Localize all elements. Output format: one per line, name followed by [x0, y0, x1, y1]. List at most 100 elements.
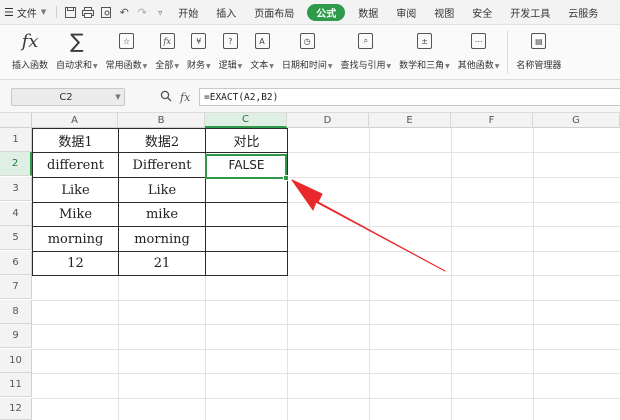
- financial-button[interactable]: ¥ 财务▼: [187, 25, 211, 71]
- row-header-10[interactable]: 10: [0, 349, 32, 373]
- tab-insert[interactable]: 插入: [207, 0, 245, 25]
- cell-c1[interactable]: 对比: [206, 128, 287, 152]
- tab-cloud-services[interactable]: 云服务: [559, 0, 607, 25]
- tab-developer[interactable]: 开发工具: [501, 0, 559, 25]
- formula-tools: fx: [160, 88, 190, 106]
- row-header-6[interactable]: 6: [0, 251, 32, 275]
- file-menu[interactable]: ☰ 文件 ▼: [0, 0, 52, 25]
- divider: [56, 6, 58, 18]
- math-trig-button[interactable]: ± 数学和三角▼: [399, 25, 450, 71]
- tab-data[interactable]: 数据: [349, 0, 387, 25]
- caret-down-icon: ▼: [142, 63, 148, 70]
- cell-c3[interactable]: [206, 178, 287, 202]
- star-fx-icon: ☆: [115, 30, 137, 52]
- name-manager-icon: ▤: [528, 30, 550, 52]
- column-header-g[interactable]: G: [533, 113, 620, 128]
- caret-down-icon: ▼: [174, 63, 179, 70]
- cell-b6[interactable]: 21: [119, 251, 205, 275]
- column-header-d[interactable]: D: [287, 113, 369, 128]
- row-header-8[interactable]: 8: [0, 300, 32, 324]
- common-functions-button[interactable]: ☆ 常用函数▼: [106, 25, 148, 71]
- chevron-down-icon[interactable]: ▼: [112, 93, 124, 101]
- row-header-1[interactable]: 1: [0, 128, 32, 152]
- cell-a5[interactable]: morning: [33, 227, 118, 251]
- fx-icon: fx: [21, 30, 39, 52]
- row-header-5[interactable]: 5: [0, 226, 32, 250]
- cell-a3[interactable]: Like: [33, 178, 118, 202]
- caret-down-icon: ▼: [237, 63, 243, 70]
- gridline: [533, 128, 534, 420]
- cell-b5[interactable]: morning: [119, 227, 205, 251]
- tab-home[interactable]: 开始: [169, 0, 207, 25]
- name-box[interactable]: C2 ▼: [11, 88, 125, 106]
- yen-icon: ¥: [188, 30, 210, 52]
- cell-c2[interactable]: FALSE: [206, 153, 287, 177]
- row-header-9[interactable]: 9: [0, 324, 32, 348]
- other-functions-label: 其他函数: [457, 61, 494, 71]
- cell-a4[interactable]: Mike: [33, 202, 118, 226]
- row-header-12[interactable]: 12: [0, 398, 32, 420]
- cell-a2[interactable]: different: [33, 153, 118, 177]
- column-header-a[interactable]: A: [32, 113, 118, 128]
- sigma-icon: ∑: [70, 29, 84, 53]
- other-functions-button[interactable]: ⋯ 其他函数▼: [457, 25, 499, 71]
- gridline: [369, 128, 370, 420]
- column-header-b[interactable]: B: [118, 113, 205, 128]
- gridline: [451, 128, 452, 420]
- gridline: [32, 373, 620, 374]
- row-header-2[interactable]: 2: [0, 152, 32, 176]
- print-preview-icon[interactable]: [97, 0, 115, 25]
- row-header-4[interactable]: 4: [0, 202, 32, 226]
- select-all-corner[interactable]: [0, 113, 32, 128]
- logical-label: 逻辑: [218, 61, 237, 71]
- insert-function-label: 插入函数: [12, 61, 49, 71]
- cell-c5[interactable]: [206, 227, 287, 251]
- cell-b3[interactable]: Like: [119, 178, 205, 202]
- column-header-f[interactable]: F: [451, 113, 533, 128]
- fill-handle[interactable]: [283, 175, 289, 181]
- column-header-c[interactable]: C: [205, 113, 287, 128]
- gridline: [32, 275, 620, 276]
- fx-button[interactable]: fx: [180, 91, 190, 104]
- column-header-e[interactable]: E: [369, 113, 451, 128]
- date-time-button[interactable]: ◷ 日期和时间▼: [282, 25, 333, 71]
- tab-view[interactable]: 视图: [425, 0, 463, 25]
- print-icon[interactable]: [79, 0, 97, 25]
- cell-c4[interactable]: [206, 202, 287, 226]
- insert-function-button[interactable]: fx 插入函数: [12, 25, 49, 72]
- formula-bar: C2 ▼ fx =EXACT(A2,B2): [0, 80, 620, 113]
- text-functions-button[interactable]: A 文本▼: [250, 25, 274, 71]
- row-header-3[interactable]: 3: [0, 177, 32, 201]
- cell-b4[interactable]: mike: [119, 202, 205, 226]
- cell-a6[interactable]: 12: [33, 251, 118, 275]
- logical-button[interactable]: ? 逻辑▼: [218, 25, 243, 71]
- all-functions-button[interactable]: fx 全部▼: [155, 25, 179, 71]
- customize-toolbar-icon[interactable]: ▿: [151, 0, 169, 25]
- search-box-icon: ⌕: [355, 30, 377, 52]
- zoom-search-icon[interactable]: [160, 90, 172, 105]
- tab-security[interactable]: 安全: [463, 0, 501, 25]
- tab-formulas[interactable]: 公式: [307, 3, 346, 21]
- file-menu-label: 文件: [16, 8, 37, 20]
- row-header-7[interactable]: 7: [0, 275, 32, 299]
- ribbon: fx 插入函数 ∑ 自动求和▼ ☆ 常用函数▼ fx 全部▼ ¥ 财务▼ ? 逻…: [0, 25, 620, 80]
- row-header-11[interactable]: 11: [0, 373, 32, 397]
- chevron-down-icon: ▼: [40, 8, 47, 16]
- name-manager-button[interactable]: ▤ 名称管理器: [516, 25, 561, 71]
- autosum-button[interactable]: ∑ 自动求和▼: [56, 25, 98, 71]
- tab-page-layout[interactable]: 页面布局: [245, 0, 303, 25]
- cell-c6[interactable]: [206, 251, 287, 275]
- save-icon[interactable]: [61, 0, 79, 25]
- undo-icon[interactable]: ↶: [115, 0, 133, 25]
- name-box-value: C2: [59, 91, 73, 103]
- formula-input[interactable]: =EXACT(A2,B2): [199, 88, 620, 106]
- cell-a1[interactable]: 数据1: [33, 128, 118, 152]
- autosum-label: 自动求和: [56, 61, 93, 71]
- redo-icon[interactable]: ↷: [133, 0, 151, 25]
- cell-b2[interactable]: Different: [119, 153, 205, 177]
- more-icon: ⋯: [468, 30, 490, 52]
- cell-b1[interactable]: 数据2: [119, 128, 205, 152]
- lookup-reference-button[interactable]: ⌕ 查找与引用▼: [341, 25, 391, 71]
- tab-review[interactable]: 审阅: [387, 0, 425, 25]
- math-icon: ±: [413, 30, 435, 52]
